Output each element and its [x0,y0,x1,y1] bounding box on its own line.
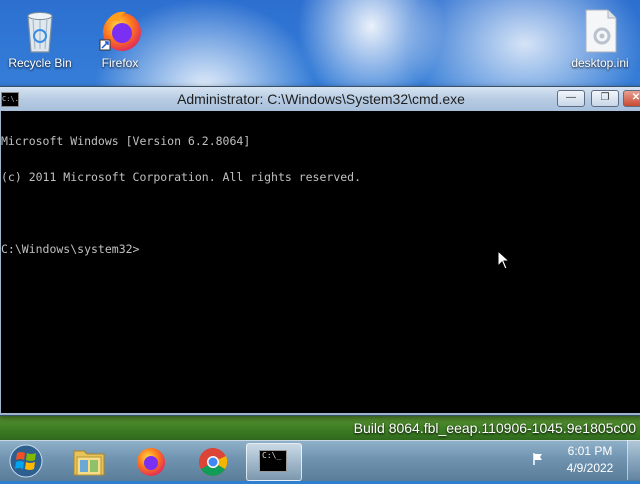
settings-file-icon [578,6,622,54]
desktop-icon-label: desktop.ini [571,56,629,70]
desktop-icon-recycle-bin[interactable]: Recycle Bin [2,6,78,70]
taskbar-chrome[interactable] [186,443,240,479]
desktop-icon-label: Recycle Bin [8,56,72,70]
clock-time: 6:01 PM [567,444,613,458]
minimize-button[interactable]: — [557,90,585,107]
restore-icon: ❐ [600,92,610,103]
chrome-icon [199,448,228,476]
maximize-button[interactable]: ❐ [591,90,619,107]
taskbar-file-explorer[interactable] [62,443,116,479]
minimize-icon: — [566,92,576,103]
cmd-window[interactable]: C:\. Administrator: C:\Windows\System32\… [0,86,640,416]
window-titlebar[interactable]: C:\. Administrator: C:\Windows\System32\… [0,87,640,111]
close-button[interactable]: ✕ [623,90,640,107]
taskbar-firefox[interactable] [124,443,178,479]
window-title: Administrator: C:\Windows\System32\cmd.e… [177,91,465,107]
mouse-pointer-icon [497,250,511,270]
desktop-icon-desktop-ini[interactable]: desktop.ini [562,6,638,70]
console-output[interactable]: Microsoft Windows [Version 6.2.8064] (c)… [1,111,640,413]
console-line: (c) 2011 Microsoft Corporation. All righ… [1,170,362,184]
firefox-icon [98,6,142,54]
folder-icon [73,450,105,476]
recycle-bin-icon [18,6,62,54]
desktop-icon-firefox[interactable]: Firefox [82,6,158,70]
taskbar-clock[interactable]: 6:01 PM 4/9/2022 [560,443,620,477]
start-button[interactable] [6,443,46,479]
console-line: Microsoft Windows [Version 6.2.8064] [1,134,251,148]
firefox-icon [137,448,165,476]
windows-build-watermark: Build 8064.fbl_eeap.110906-1045.9e1805c0… [353,420,636,436]
close-icon: ✕ [631,92,640,103]
taskbar-command-prompt[interactable]: C:\_ [246,443,302,481]
windows-logo-icon [9,444,43,478]
cmd-icon: C:\_ [259,450,287,472]
show-desktop-button[interactable] [627,440,640,480]
desktop-icon-label: Firefox [101,56,139,70]
action-center-flag-icon[interactable] [531,452,545,466]
clock-date: 4/9/2022 [566,461,614,475]
console-prompt[interactable]: C:\Windows\system32> [1,243,640,255]
